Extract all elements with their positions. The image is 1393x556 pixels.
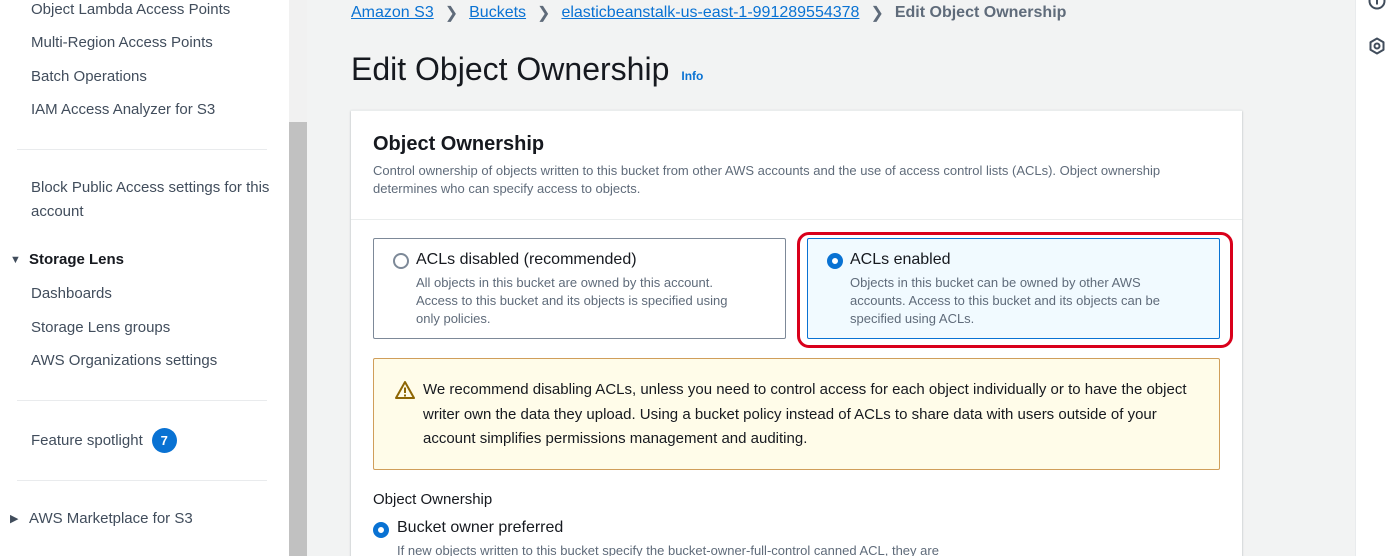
- tile-acls-disabled[interactable]: ACLs disabled (recommended) All objects …: [373, 238, 786, 339]
- panel-header: Object Ownership Control ownership of ob…: [351, 111, 1242, 220]
- caret-down-icon: ▼: [10, 253, 21, 266]
- tile-description: All objects in this bucket are owned by …: [416, 275, 728, 326]
- breadcrumb-buckets[interactable]: Buckets: [469, 4, 526, 22]
- nav-batch-operations[interactable]: Batch Operations: [31, 68, 147, 85]
- nav-section-storage-lens[interactable]: ▼ Storage Lens: [10, 251, 124, 268]
- nav-object-lambda-access-points[interactable]: Object Lambda Access Points: [31, 1, 230, 18]
- tile-label: ACLs enabled: [850, 251, 951, 268]
- panel-description: Control ownership of objects written to …: [373, 163, 1161, 196]
- radio-acls-enabled[interactable]: [827, 253, 843, 269]
- breadcrumb: Amazon S3 ❯ Buckets ❯ elasticbeanstalk-u…: [351, 3, 1066, 23]
- nav-multi-region-access-points[interactable]: Multi-Region Access Points: [31, 34, 213, 51]
- sidebar-scrollbar-thumb[interactable]: [289, 122, 307, 556]
- feature-spotlight-label: Feature spotlight: [31, 432, 143, 449]
- warning-triangle-icon: [395, 381, 415, 399]
- nav-divider: [17, 480, 267, 481]
- info-link[interactable]: Info: [681, 69, 703, 83]
- chevron-right-icon: ❯: [444, 5, 459, 22]
- radio-acls-disabled[interactable]: [393, 253, 409, 269]
- tile-acls-enabled[interactable]: ACLs enabled Objects in this bucket can …: [807, 238, 1220, 339]
- acl-warning-alert: We recommend disabling ACLs, unless you …: [373, 358, 1220, 470]
- hexagon-gear-icon[interactable]: [1368, 37, 1386, 55]
- breadcrumb-amazon-s3[interactable]: Amazon S3: [351, 4, 434, 22]
- main-content: Amazon S3 ❯ Buckets ❯ elasticbeanstalk-u…: [307, 0, 1355, 556]
- nav-storage-lens-groups[interactable]: Storage Lens groups: [31, 319, 170, 336]
- breadcrumb-bucket-name[interactable]: elasticbeanstalk-us-east-1-991289554378: [561, 4, 859, 22]
- nav-block-public-access[interactable]: Block Public Access settings for this ac…: [31, 176, 271, 224]
- right-utility-rail: [1355, 0, 1393, 556]
- s3-console: Object Lambda Access Points Multi-Region…: [0, 0, 1393, 556]
- chevron-right-icon: ❯: [537, 5, 551, 22]
- info-circle-icon[interactable]: [1368, 0, 1386, 10]
- warning-text: We recommend disabling ACLs, unless you …: [423, 381, 1187, 447]
- option-description: If new objects written to this bucket sp…: [397, 543, 939, 556]
- radio-bucket-owner-preferred[interactable]: [373, 522, 389, 538]
- tile-label: ACLs disabled (recommended): [416, 251, 637, 268]
- nav-feature-spotlight[interactable]: Feature spotlight 7: [31, 428, 177, 453]
- object-ownership-panel: Object Ownership Control ownership of ob…: [351, 110, 1242, 556]
- nav-divider: [17, 400, 267, 401]
- nav-section-aws-marketplace[interactable]: ▶ AWS Marketplace for S3: [10, 510, 193, 527]
- page-title-text: Edit Object Ownership: [351, 51, 670, 87]
- nav-aws-organizations-settings[interactable]: AWS Organizations settings: [31, 352, 217, 369]
- object-ownership-field-label: Object Ownership: [373, 491, 493, 508]
- breadcrumb-current-page: Edit Object Ownership: [894, 4, 1067, 21]
- option-label: Bucket owner preferred: [397, 519, 564, 536]
- left-navigation: Object Lambda Access Points Multi-Region…: [0, 0, 289, 556]
- nav-divider: [17, 149, 267, 150]
- tile-description: Objects in this bucket can be owned by o…: [850, 275, 1161, 326]
- chevron-right-icon: ❯: [870, 5, 884, 22]
- nav-iam-access-analyzer[interactable]: IAM Access Analyzer for S3: [31, 101, 215, 118]
- notification-count-badge: 7: [151, 428, 177, 453]
- nav-section-label: AWS Marketplace for S3: [29, 510, 193, 527]
- nav-section-label: Storage Lens: [29, 251, 125, 268]
- nav-dashboards[interactable]: Dashboards: [31, 285, 112, 302]
- page-title: Edit Object Ownership Info: [351, 51, 703, 88]
- caret-right-icon: ▶: [10, 513, 19, 525]
- panel-title: Object Ownership: [373, 133, 545, 155]
